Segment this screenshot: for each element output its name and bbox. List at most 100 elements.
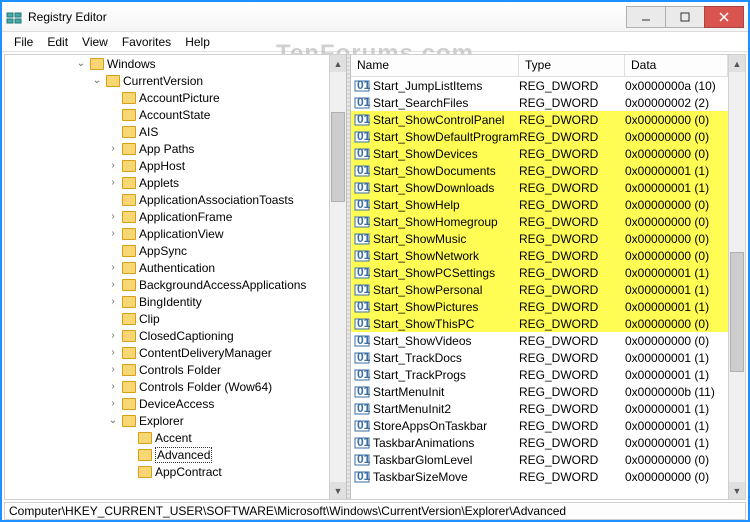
tree-item[interactable]: ⌄CurrentVersion xyxy=(5,72,329,89)
maximize-button[interactable] xyxy=(665,6,705,28)
list-row[interactable]: 011Start_ShowHelpREG_DWORD0x00000000 (0) xyxy=(351,196,728,213)
list-row[interactable]: 011StartMenuInit2REG_DWORD0x00000001 (1) xyxy=(351,400,728,417)
expand-icon[interactable]: › xyxy=(107,331,119,341)
list-row[interactable]: 011Start_ShowDevicesREG_DWORD0x00000000 … xyxy=(351,145,728,162)
column-name[interactable]: Name xyxy=(351,55,519,76)
value-data: 0x00000000 (0) xyxy=(625,113,728,127)
list-row[interactable]: 011TaskbarGlomLevelREG_DWORD0x00000000 (… xyxy=(351,451,728,468)
expand-icon[interactable]: ⌄ xyxy=(75,59,87,69)
svg-text:011: 011 xyxy=(357,317,370,330)
expand-icon[interactable]: › xyxy=(107,229,119,239)
tree-item[interactable]: ›BackgroundAccessApplications xyxy=(5,276,329,293)
dword-icon: 011 xyxy=(354,453,370,467)
menu-favorites[interactable]: Favorites xyxy=(116,33,177,51)
expand-icon[interactable]: › xyxy=(107,382,119,392)
tree-item[interactable]: ›DeviceAccess xyxy=(5,395,329,412)
menu-help[interactable]: Help xyxy=(179,33,216,51)
tree-item[interactable]: AppContract xyxy=(5,463,329,480)
list-row[interactable]: 011Start_ShowPCSettingsREG_DWORD0x000000… xyxy=(351,264,728,281)
minimize-button[interactable] xyxy=(626,6,666,28)
tree-item[interactable]: Advanced xyxy=(5,446,329,463)
list-row[interactable]: 011Start_ShowNetworkREG_DWORD0x00000000 … xyxy=(351,247,728,264)
tree-label: Advanced xyxy=(155,447,212,463)
expand-icon[interactable]: › xyxy=(107,263,119,273)
scroll-thumb[interactable] xyxy=(730,252,744,372)
list-row[interactable]: 011Start_ShowThisPCREG_DWORD0x00000000 (… xyxy=(351,315,728,332)
value-data: 0x00000000 (0) xyxy=(625,215,728,229)
expand-icon[interactable]: › xyxy=(107,365,119,375)
tree-item[interactable]: ›ApplicationFrame xyxy=(5,208,329,225)
tree-item[interactable]: AppSync xyxy=(5,242,329,259)
folder-icon xyxy=(122,330,136,342)
tree-item[interactable]: AccountPicture xyxy=(5,89,329,106)
tree-item[interactable]: ›App Paths xyxy=(5,140,329,157)
list-row[interactable]: 011Start_ShowVideosREG_DWORD0x00000000 (… xyxy=(351,332,728,349)
value-type: REG_DWORD xyxy=(519,300,625,314)
scroll-thumb[interactable] xyxy=(331,112,345,202)
expand-icon[interactable]: › xyxy=(107,144,119,154)
close-button[interactable] xyxy=(704,6,744,28)
list-row[interactable]: 011Start_ShowPicturesREG_DWORD0x00000001… xyxy=(351,298,728,315)
list-row[interactable]: 011TaskbarAnimationsREG_DWORD0x00000001 … xyxy=(351,434,728,451)
expand-icon[interactable]: › xyxy=(107,161,119,171)
list-row[interactable]: 011Start_ShowDocumentsREG_DWORD0x0000000… xyxy=(351,162,728,179)
scroll-down-icon[interactable]: ▼ xyxy=(729,482,745,499)
folder-icon xyxy=(122,92,136,104)
list-row[interactable]: 011Start_TrackProgsREG_DWORD0x00000001 (… xyxy=(351,366,728,383)
expand-icon[interactable]: › xyxy=(107,178,119,188)
column-data[interactable]: Data xyxy=(625,55,728,76)
tree-item[interactable]: ›Applets xyxy=(5,174,329,191)
tree-item[interactable]: ApplicationAssociationToasts xyxy=(5,191,329,208)
content-pane: ⌄Windows⌄CurrentVersionAccountPictureAcc… xyxy=(4,54,746,500)
tree-item[interactable]: ›Controls Folder xyxy=(5,361,329,378)
expand-icon[interactable]: › xyxy=(107,399,119,409)
tree-item[interactable]: ›ClosedCaptioning xyxy=(5,327,329,344)
expand-icon[interactable]: › xyxy=(107,297,119,307)
tree-view[interactable]: ⌄Windows⌄CurrentVersionAccountPictureAcc… xyxy=(5,55,329,499)
tree-item[interactable]: ›Controls Folder (Wow64) xyxy=(5,378,329,395)
list-row[interactable]: 011TaskbarSizeMoveREG_DWORD0x00000000 (0… xyxy=(351,468,728,485)
expand-icon[interactable]: › xyxy=(107,348,119,358)
menu-view[interactable]: View xyxy=(76,33,114,51)
titlebar[interactable]: Registry Editor xyxy=(2,2,748,32)
tree-item[interactable]: Clip xyxy=(5,310,329,327)
tree-item[interactable]: ›BingIdentity xyxy=(5,293,329,310)
tree-scrollbar[interactable]: ▲ ▼ xyxy=(329,55,346,499)
list-row[interactable]: 011Start_ShowPersonalREG_DWORD0x00000001… xyxy=(351,281,728,298)
scroll-up-icon[interactable]: ▲ xyxy=(330,55,346,72)
list-row[interactable]: 011Start_ShowDownloadsREG_DWORD0x0000000… xyxy=(351,179,728,196)
dword-icon: 011 xyxy=(354,198,370,212)
menu-file[interactable]: File xyxy=(8,33,39,51)
tree-item[interactable]: ›Authentication xyxy=(5,259,329,276)
tree-item[interactable]: ⌄Explorer xyxy=(5,412,329,429)
list-row[interactable]: 011Start_ShowControlPanelREG_DWORD0x0000… xyxy=(351,111,728,128)
scroll-down-icon[interactable]: ▼ xyxy=(330,482,346,499)
value-name: Start_ShowPCSettings xyxy=(373,266,519,280)
list-row[interactable]: 011Start_ShowDefaultProgramsREG_DWORD0x0… xyxy=(351,128,728,145)
tree-item[interactable]: AccountState xyxy=(5,106,329,123)
menu-edit[interactable]: Edit xyxy=(41,33,74,51)
list-row[interactable]: 011Start_JumpListItemsREG_DWORD0x0000000… xyxy=(351,77,728,94)
list-scrollbar[interactable]: ▲ ▼ xyxy=(728,55,745,499)
tree-item[interactable]: ⌄Windows xyxy=(5,55,329,72)
list-row[interactable]: 011Start_SearchFilesREG_DWORD0x00000002 … xyxy=(351,94,728,111)
tree-item[interactable]: ›AppHost xyxy=(5,157,329,174)
tree-item[interactable]: ›ContentDeliveryManager xyxy=(5,344,329,361)
list-row[interactable]: 011Start_ShowHomegroupREG_DWORD0x0000000… xyxy=(351,213,728,230)
tree-item[interactable]: Accent xyxy=(5,429,329,446)
folder-icon xyxy=(122,398,136,410)
list-view[interactable]: Name Type Data 011Start_JumpListItemsREG… xyxy=(351,55,728,499)
list-row[interactable]: 011StoreAppsOnTaskbarREG_DWORD0x00000001… xyxy=(351,417,728,434)
expand-icon[interactable]: › xyxy=(107,212,119,222)
list-row[interactable]: 011Start_TrackDocsREG_DWORD0x00000001 (1… xyxy=(351,349,728,366)
list-row[interactable]: 011StartMenuInitREG_DWORD0x0000000b (11) xyxy=(351,383,728,400)
scroll-up-icon[interactable]: ▲ xyxy=(729,55,745,72)
column-type[interactable]: Type xyxy=(519,55,625,76)
expand-icon[interactable]: ⌄ xyxy=(107,416,119,426)
list-row[interactable]: 011Start_ShowMusicREG_DWORD0x00000000 (0… xyxy=(351,230,728,247)
value-type: REG_DWORD xyxy=(519,402,625,416)
tree-item[interactable]: ›ApplicationView xyxy=(5,225,329,242)
expand-icon[interactable]: ⌄ xyxy=(91,76,103,86)
expand-icon[interactable]: › xyxy=(107,280,119,290)
tree-item[interactable]: AIS xyxy=(5,123,329,140)
